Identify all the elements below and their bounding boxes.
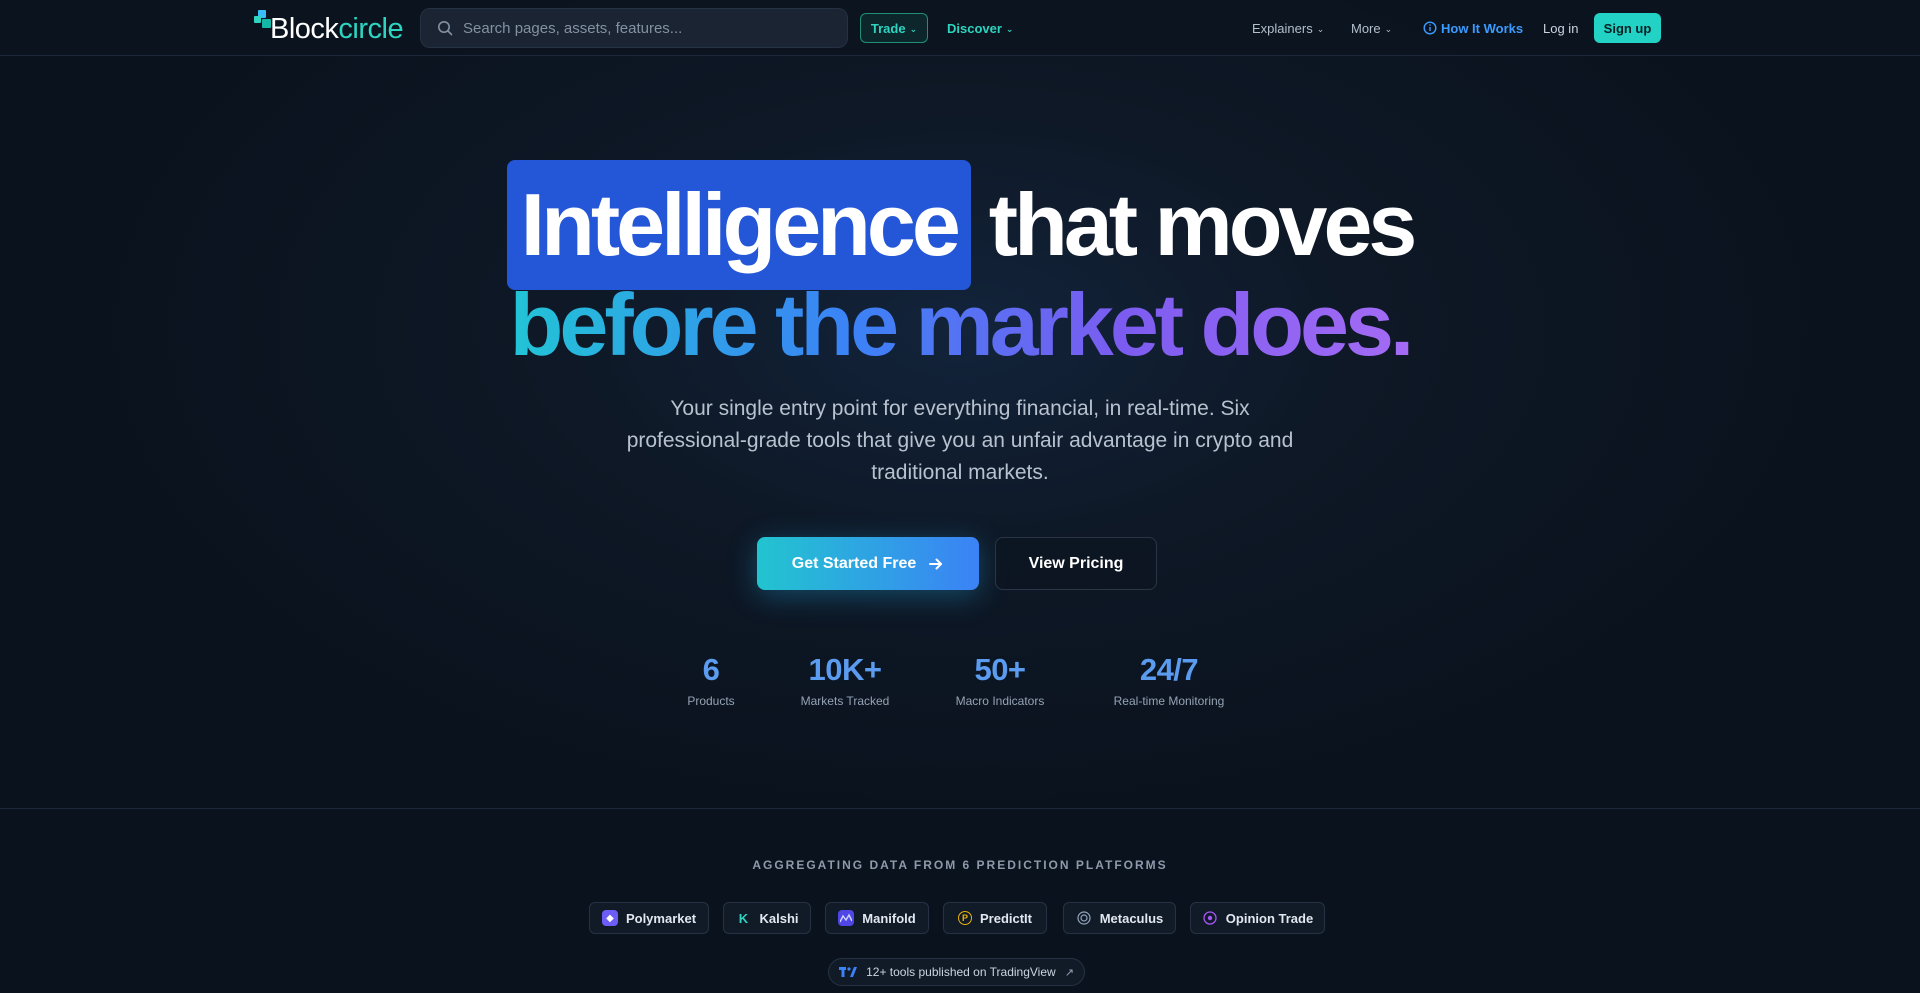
stat-products: 6 Products [670,650,752,708]
section-divider [0,808,1920,809]
search-input[interactable] [463,19,823,37]
search-icon [438,21,453,36]
hero-subtitle: Your single entry point for everything f… [626,397,1294,484]
kalshi-icon: K [738,910,749,926]
platform-label: Kalshi [759,910,799,926]
polymarket-icon: ◆ [601,910,618,926]
stat-realtime-monitoring: 24/7 Real-time Monitoring [1100,650,1238,708]
more-label: More [1351,20,1381,36]
logo-text: Blockcircle [270,13,404,45]
explainers-label: Explainers [1252,20,1313,36]
hero-gradient-text: before the market does. [509,275,1415,374]
stat-value: 6 [702,652,720,687]
platform-opinion-trade[interactable]: Opinion Trade [1190,902,1325,934]
how-it-works-label: How It Works [1441,20,1524,36]
search-bar[interactable] [420,8,848,48]
get-started-label: Get Started Free [791,554,917,572]
login-label: Log in [1543,20,1579,36]
platform-label: Opinion Trade [1225,910,1314,926]
how-it-works-link[interactable]: How It Works [1423,13,1523,43]
view-pricing-label: View Pricing [1028,554,1124,572]
info-circle-icon [1423,21,1437,35]
external-link-icon: ↗ [1064,966,1074,979]
get-started-button[interactable]: Get Started Free [757,537,979,590]
login-link[interactable]: Log in [1543,13,1578,43]
signup-button[interactable]: Sign up [1594,13,1661,43]
chevron-down-icon: ⌄ [1005,23,1014,34]
stat-label: Real-time Monitoring [1113,694,1225,708]
platform-label: Metaculus [1099,910,1164,926]
trade-menu-button[interactable]: Trade ⌄ [860,13,928,43]
opinion-trade-icon [1202,910,1218,926]
blockcircle-logo[interactable]: Blockcircle [252,8,404,50]
chevron-down-icon: ⌄ [909,23,918,34]
stat-label: Macro Indicators [955,694,1045,708]
manifold-icon [838,910,855,926]
platforms-heading: AGGREGATING DATA FROM 6 PREDICTION PLATF… [752,858,1168,872]
platform-label: Polymarket [625,910,697,926]
hero-headline-line2: before the market does. [0,270,1920,380]
stat-macro-indicators: 50+ Macro Indicators [948,650,1052,708]
platform-label: PredictIt [979,910,1032,926]
tradingview-link[interactable]: 12+ tools published on TradingView ↗ [828,958,1085,986]
platform-manifold[interactable]: Manifold [825,902,929,934]
chevron-down-icon: ⌄ [1384,23,1393,34]
explainers-menu[interactable]: Explainers ⌄ [1252,13,1324,43]
stat-value: 10K+ [808,652,882,687]
tradingview-icon [839,967,858,977]
arrow-right-icon [929,558,943,569]
top-navbar: Blockcircle Trade ⌄ Discover ⌄ Explainer… [0,0,1920,56]
more-menu[interactable]: More ⌄ [1351,13,1392,43]
trade-label: Trade [870,20,906,36]
view-pricing-button[interactable]: View Pricing [995,537,1157,590]
metaculus-icon [1076,910,1092,926]
platform-polymarket[interactable]: ◆ Polymarket [589,902,709,934]
stat-label: Products [687,694,735,708]
stat-markets-tracked: 10K+ Markets Tracked [792,650,898,708]
tradingview-label: 12+ tools published on TradingView [866,965,1056,979]
discover-label: Discover [947,20,1002,36]
stat-value: 50+ [974,652,1026,687]
platform-kalshi[interactable]: K Kalshi [723,902,811,934]
stat-label: Markets Tracked [800,694,890,708]
hero-highlight-word: Intelligence [520,175,961,274]
discover-menu[interactable]: Discover ⌄ [947,13,1013,43]
platform-metaculus[interactable]: Metaculus [1063,902,1176,934]
platform-label: Manifold [862,910,916,926]
hero-headline-rest: that moves [988,175,1418,274]
stat-value: 24/7 [1139,652,1199,687]
platform-predictit[interactable]: P PredictIt [943,902,1047,934]
signup-label: Sign up [1603,20,1652,36]
chevron-down-icon: ⌄ [1316,23,1325,34]
predictit-icon: P [957,911,972,925]
logo-mark-icon [254,10,272,28]
